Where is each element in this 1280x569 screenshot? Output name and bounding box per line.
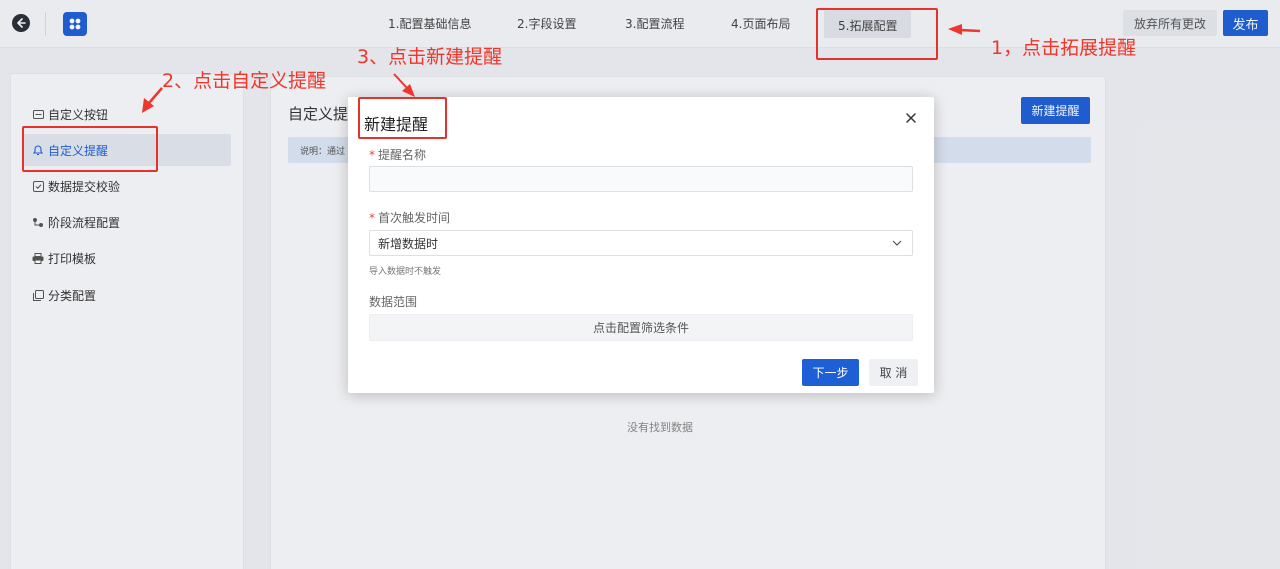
- next-step-button[interactable]: 下一步: [802, 359, 859, 386]
- required-mark: *: [369, 211, 375, 225]
- required-mark: *: [369, 148, 375, 162]
- annotation-step3-text: 3、点击新建提醒: [357, 46, 503, 68]
- reminder-name-label: * 提醒名称: [369, 148, 427, 162]
- annotation-step2-text: 2、点击自定义提醒: [162, 70, 327, 92]
- close-icon[interactable]: [902, 109, 920, 127]
- configure-filter-button[interactable]: 点击配置筛选条件: [369, 314, 913, 341]
- chevron-down-icon: [890, 236, 904, 250]
- first-trigger-time-select[interactable]: 新增数据时: [369, 230, 913, 256]
- cancel-button[interactable]: 取 消: [869, 359, 918, 386]
- annotation-box-extension-tab: [816, 8, 938, 60]
- reminder-name-input[interactable]: [369, 166, 913, 192]
- annotation-box-custom-reminder: [22, 126, 158, 172]
- first-trigger-time-label: * 首次触发时间: [369, 211, 451, 225]
- annotation-step1-text: 1，点击拓展提醒: [991, 37, 1137, 59]
- select-value: 新增数据时: [378, 236, 439, 251]
- trigger-hint: 导入数据时不触发: [369, 267, 442, 277]
- data-scope-label: 数据范围: [369, 295, 418, 309]
- annotation-box-dialog-title: [358, 97, 447, 139]
- new-reminder-dialog: 新建提醒 * 提醒名称 * 首次触发时间 新增数据时 导入数据时不触发 数据范围 点…: [348, 97, 934, 393]
